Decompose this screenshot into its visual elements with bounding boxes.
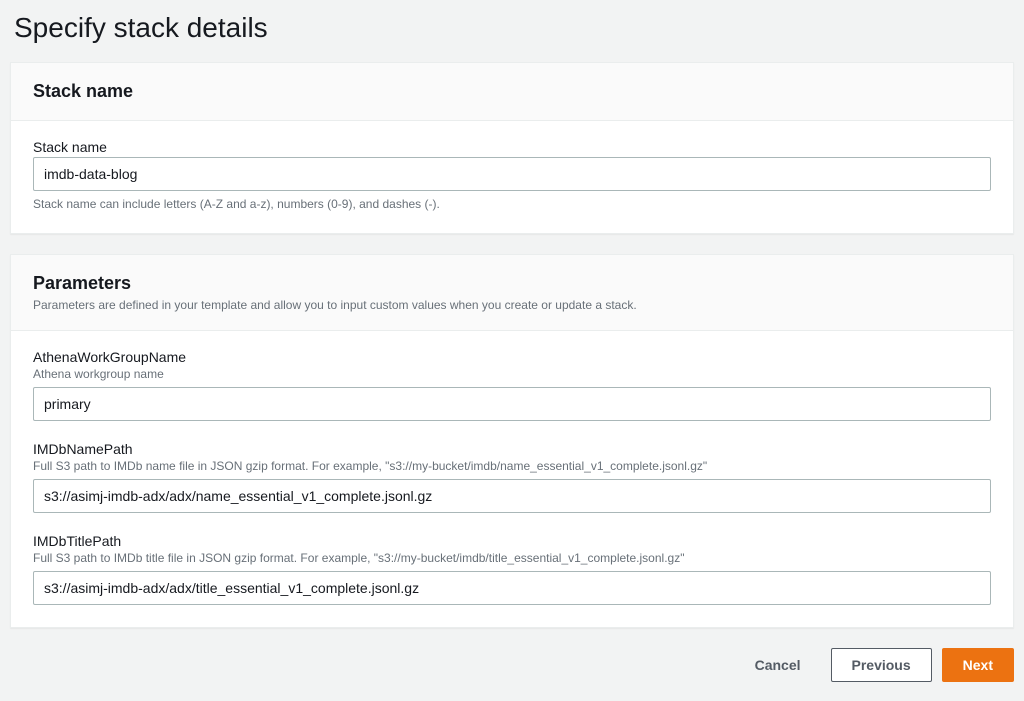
- previous-button[interactable]: Previous: [831, 648, 932, 682]
- page-title: Specify stack details: [0, 0, 1024, 62]
- imdb-title-path-input[interactable]: [33, 571, 991, 605]
- imdb-title-path-desc: Full S3 path to IMDb title file in JSON …: [33, 551, 991, 565]
- stack-name-header: Stack name: [11, 63, 1013, 121]
- stack-name-section-title: Stack name: [33, 81, 991, 102]
- imdb-name-path-input[interactable]: [33, 479, 991, 513]
- imdb-title-path-field: IMDbTitlePath Full S3 path to IMDb title…: [33, 533, 991, 605]
- parameters-header: Parameters Parameters are defined in you…: [11, 255, 1013, 331]
- parameters-section-title: Parameters: [33, 273, 991, 294]
- athena-workgroup-input[interactable]: [33, 387, 991, 421]
- next-button[interactable]: Next: [942, 648, 1014, 682]
- stack-name-input[interactable]: [33, 157, 991, 191]
- parameters-subtitle: Parameters are defined in your template …: [33, 298, 991, 312]
- athena-workgroup-field: AthenaWorkGroupName Athena workgroup nam…: [33, 349, 991, 421]
- stack-name-label: Stack name: [33, 139, 991, 155]
- stack-name-field: Stack name Stack name can include letter…: [33, 139, 991, 211]
- parameters-card: Parameters Parameters are defined in you…: [10, 254, 1014, 628]
- imdb-name-path-desc: Full S3 path to IMDb name file in JSON g…: [33, 459, 991, 473]
- imdb-title-path-label: IMDbTitlePath: [33, 533, 991, 549]
- imdb-name-path-label: IMDbNamePath: [33, 441, 991, 457]
- footer-actions: Cancel Previous Next: [0, 648, 1024, 694]
- cancel-button[interactable]: Cancel: [735, 649, 821, 681]
- stack-name-help: Stack name can include letters (A-Z and …: [33, 197, 991, 211]
- athena-workgroup-label: AthenaWorkGroupName: [33, 349, 991, 365]
- athena-workgroup-desc: Athena workgroup name: [33, 367, 991, 381]
- stack-name-card: Stack name Stack name Stack name can inc…: [10, 62, 1014, 234]
- imdb-name-path-field: IMDbNamePath Full S3 path to IMDb name f…: [33, 441, 991, 513]
